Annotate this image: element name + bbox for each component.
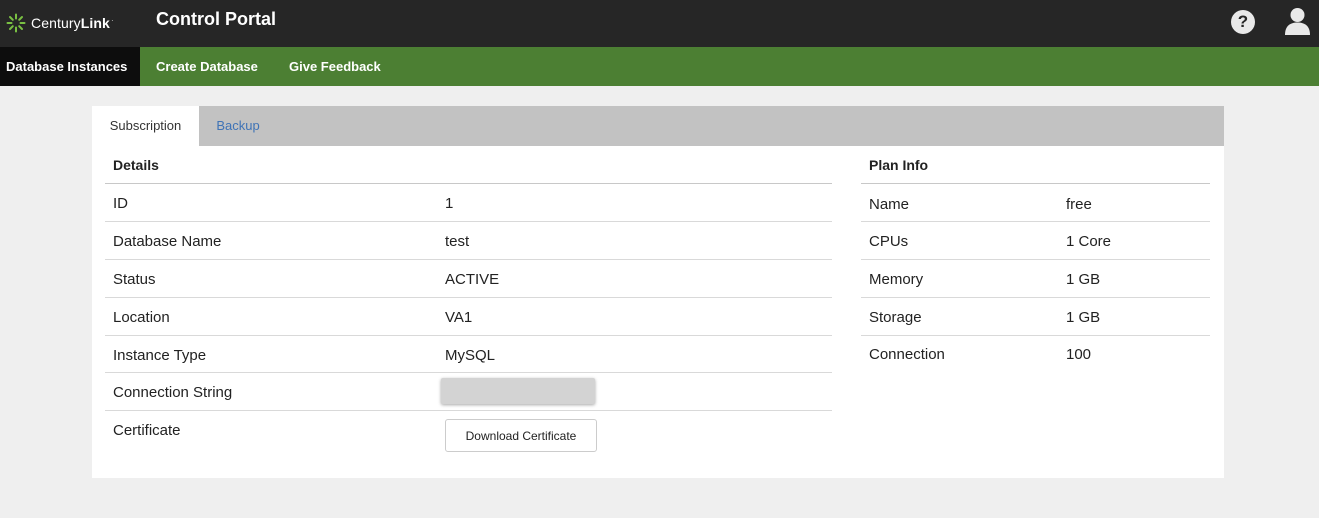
nav-create-database[interactable]: Create Database: [150, 47, 264, 86]
plan-divider: [861, 183, 1210, 184]
row-divider: [105, 297, 832, 298]
detail-label-certificate: Certificate: [113, 422, 181, 439]
details-heading: Details: [113, 157, 159, 173]
detail-value-database-name: test: [445, 233, 470, 250]
nav-give-feedback[interactable]: Give Feedback: [283, 47, 387, 86]
download-certificate-button[interactable]: Download Certificate: [445, 419, 597, 452]
row-divider: [105, 372, 832, 373]
detail-label-connection-string: Connection String: [113, 384, 233, 401]
logo-text: CenturyLink·: [31, 15, 114, 31]
row-divider: [105, 259, 832, 260]
sunburst-logo-icon: [6, 13, 26, 33]
nav-database-instances[interactable]: Database Instances: [0, 47, 140, 86]
row-divider: [861, 259, 1210, 260]
main-nav: Database Instances Create Database Give …: [0, 47, 1319, 86]
plan-value-storage: 1 GB: [1066, 309, 1101, 326]
row-divider: [861, 335, 1210, 336]
app-title: Control Portal: [156, 9, 276, 29]
detail-label-database-name: Database Name: [113, 233, 222, 250]
tab-subscription[interactable]: Subscription: [92, 106, 199, 146]
tab-backup[interactable]: Backup: [199, 106, 277, 146]
detail-label-location: Location: [113, 309, 170, 326]
detail-label-status: Status: [113, 271, 156, 288]
plan-label-memory: Memory: [869, 271, 924, 288]
detail-value-id: 1: [445, 195, 454, 212]
row-divider: [861, 221, 1210, 222]
plan-value-connection: 100: [1066, 346, 1092, 363]
subscription-panel: Subscription Backup Details ID 1 Databas…: [92, 106, 1224, 478]
plan-info-heading: Plan Info: [869, 157, 929, 173]
logo-dot: ·: [110, 15, 115, 25]
row-divider: [105, 221, 832, 222]
detail-value-status: ACTIVE: [445, 271, 500, 288]
detail-value-instance-type: MySQL: [445, 347, 496, 364]
logo-text-bold: Link: [80, 15, 110, 31]
tab-strip: Subscription Backup: [92, 106, 1224, 146]
plan-label-connection: Connection: [869, 346, 945, 363]
detail-label-instance-type: Instance Type: [113, 347, 207, 364]
plan-value-cpus: 1 Core: [1066, 233, 1112, 250]
row-divider: [861, 297, 1210, 298]
centurylink-logo[interactable]: CenturyLink·: [6, 9, 114, 37]
detail-value-location: VA1: [445, 309, 473, 326]
logo-text-regular: Century: [31, 15, 81, 31]
row-divider: [105, 410, 832, 411]
plan-label-cpus: CPUs: [869, 233, 909, 250]
connection-string-field[interactable]: [441, 378, 595, 404]
user-icon[interactable]: [1284, 7, 1311, 35]
plan-label-storage: Storage: [869, 309, 922, 326]
details-divider: [105, 183, 832, 184]
plan-label-name: Name: [869, 196, 910, 213]
help-icon[interactable]: ?: [1231, 10, 1255, 34]
detail-label-id: ID: [113, 195, 128, 212]
plan-value-name: free: [1066, 196, 1092, 213]
top-header: CenturyLink· Control Portal ?: [0, 0, 1319, 47]
row-divider: [105, 335, 832, 336]
plan-value-memory: 1 GB: [1066, 271, 1101, 288]
